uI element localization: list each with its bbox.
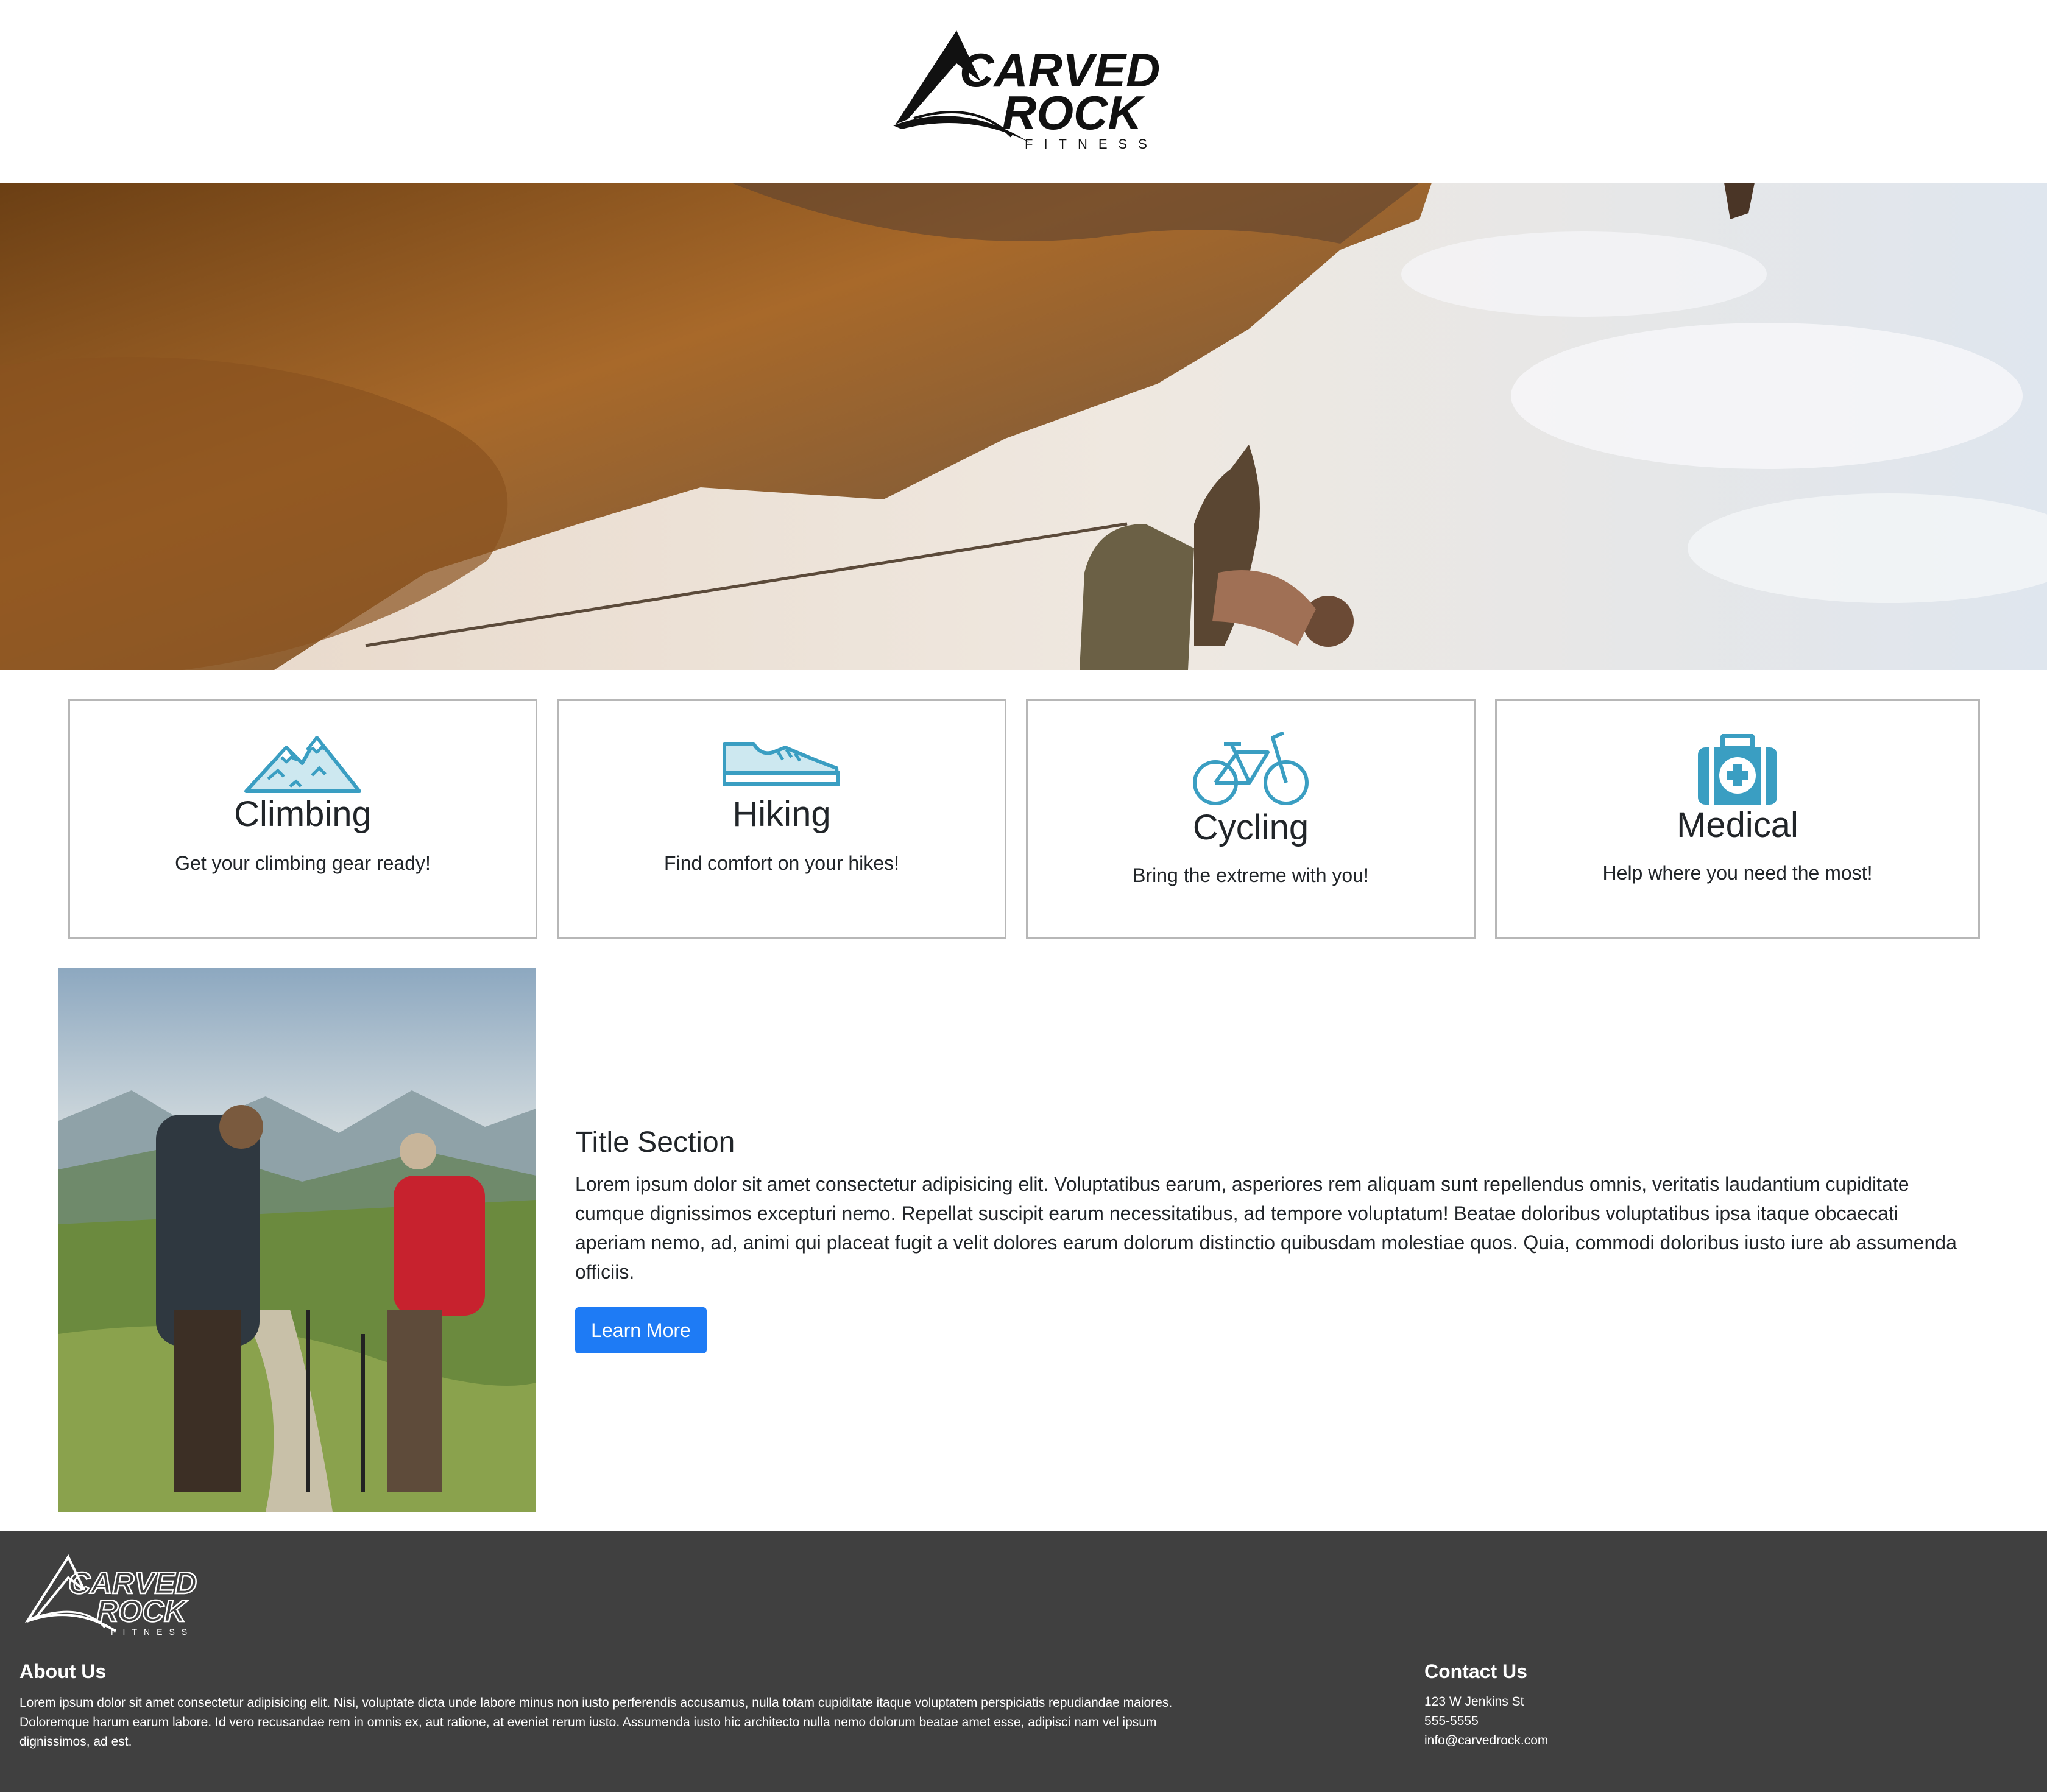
site-footer: CARVED ROCK FITNESS About Us Lorem ipsum… bbox=[0, 1531, 2047, 1792]
about-us-heading: About Us bbox=[19, 1660, 107, 1682]
section-body-text: Lorem ipsum dolor sit amet consectetur a… bbox=[575, 1173, 1957, 1283]
hikers-photo bbox=[58, 968, 536, 1512]
bicycle-icon bbox=[1191, 732, 1310, 807]
feature-card-cycling[interactable]: Cycling Bring the extreme with you! bbox=[1026, 699, 1476, 939]
contact-phone[interactable]: 555-5555 bbox=[1424, 1714, 1479, 1729]
svg-text:ROCK: ROCK bbox=[96, 1594, 188, 1628]
section-title: Title Section bbox=[575, 1126, 735, 1159]
feature-text: Help where you need the most! bbox=[1602, 862, 1873, 884]
hero-banner bbox=[0, 183, 2047, 670]
feature-card-climbing[interactable]: Climbing Get your climbing gear ready! bbox=[68, 699, 537, 939]
footer-logo[interactable]: CARVED ROCK FITNESS bbox=[24, 1553, 201, 1645]
mountains-icon bbox=[244, 733, 362, 794]
hero-image bbox=[0, 183, 2047, 670]
feature-card-hiking[interactable]: Hiking Find comfort on your hikes! bbox=[557, 699, 1006, 939]
feature-card-medical[interactable]: Medical Help where you need the most! bbox=[1495, 699, 1980, 939]
contact-us-heading: Contact Us bbox=[1424, 1660, 1527, 1682]
feature-title: Hiking bbox=[732, 794, 831, 834]
svg-text:FITNESS: FITNESS bbox=[1025, 136, 1158, 152]
carved-rock-fitness-logo: CARVED ROCK FITNESS bbox=[24, 1554, 197, 1637]
feature-text: Find comfort on your hikes! bbox=[664, 852, 899, 874]
first-aid-kit-icon bbox=[1697, 734, 1778, 806]
header-logo[interactable]: CARVED ROCK FITNESS bbox=[889, 27, 1164, 161]
carved-rock-fitness-logo: CARVED ROCK FITNESS bbox=[893, 30, 1160, 152]
hikers-image bbox=[58, 968, 536, 1512]
contact-address: 123 W Jenkins St bbox=[1424, 1695, 1524, 1709]
feature-title: Medical bbox=[1677, 805, 1798, 845]
svg-text:FITNESS: FITNESS bbox=[111, 1627, 194, 1637]
svg-text:ROCK: ROCK bbox=[1002, 86, 1145, 139]
site-header: CARVED ROCK FITNESS bbox=[0, 0, 2047, 183]
contact-email[interactable]: info@carvedrock.com bbox=[1424, 1734, 1548, 1748]
shoe-icon bbox=[722, 739, 841, 788]
about-us-text: Lorem ipsum dolor sit amet consectetur a… bbox=[19, 1696, 1173, 1749]
feature-text: Bring the extreme with you! bbox=[1133, 864, 1369, 886]
feature-title: Cycling bbox=[1192, 808, 1309, 847]
feature-text: Get your climbing gear ready! bbox=[175, 852, 431, 874]
learn-more-button[interactable]: Learn More bbox=[575, 1307, 707, 1353]
feature-title: Climbing bbox=[234, 794, 372, 834]
